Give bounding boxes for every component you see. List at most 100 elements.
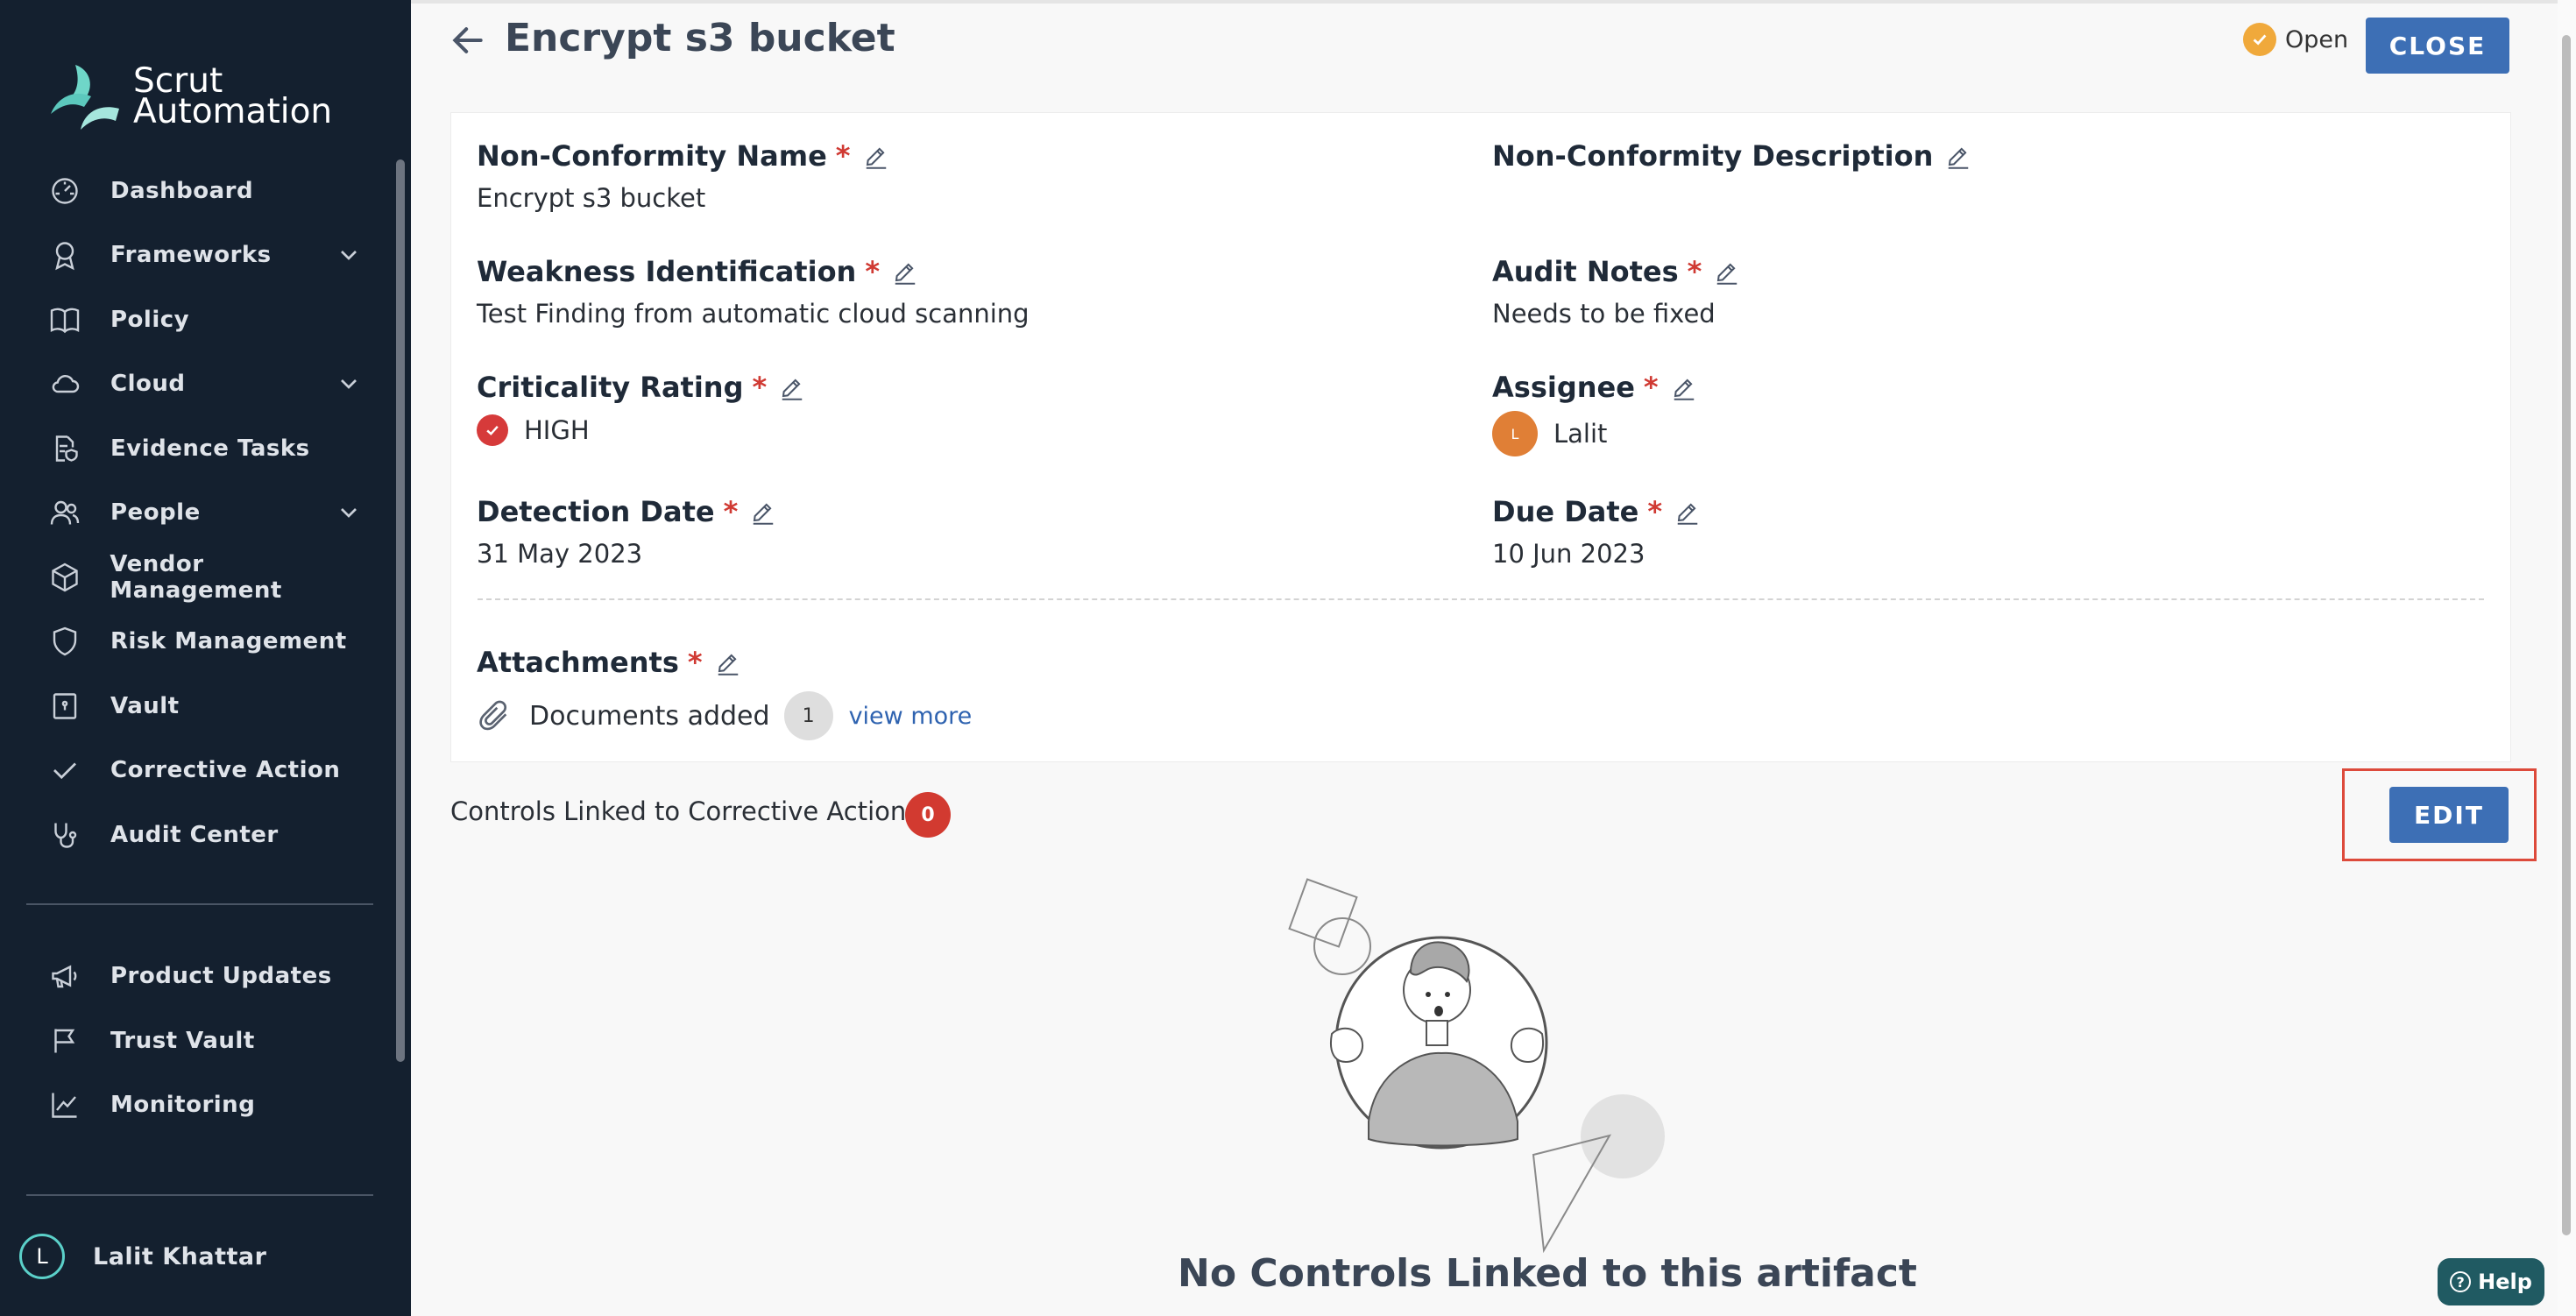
sidebar-item-corrective-action[interactable]: Corrective Action: [47, 746, 380, 795]
people-icon: [47, 495, 82, 530]
pencil-icon[interactable]: [1674, 499, 1701, 525]
sidebar-item-people[interactable]: People: [47, 488, 380, 537]
field-label-row: Assignee *: [1492, 371, 1697, 404]
pencil-icon[interactable]: [1714, 258, 1740, 285]
field-value: Needs to be fixed: [1492, 299, 1716, 329]
sidebar-divider: [26, 1194, 373, 1196]
sidebar-item-audit-center[interactable]: Audit Center: [47, 810, 380, 860]
field-label: Non-Conformity Name: [477, 139, 827, 173]
field-value: Encrypt s3 bucket: [477, 183, 706, 213]
help-label: Help: [2478, 1270, 2532, 1294]
paperclip-icon: [479, 700, 507, 731]
cloud-icon: [47, 366, 82, 401]
sidebar-divider: [26, 903, 373, 905]
chevron-down-icon[interactable]: [335, 241, 363, 269]
sidebar-item-label: Frameworks: [110, 242, 272, 268]
field-label-row: Audit Notes *: [1492, 255, 1740, 288]
stethoscope-icon: [47, 817, 82, 853]
pencil-icon[interactable]: [715, 649, 741, 676]
criticality-value: HIGH: [477, 414, 805, 446]
close-button[interactable]: CLOSE: [2366, 18, 2509, 74]
status-badge: Open: [2243, 23, 2348, 56]
sidebar-item-monitoring[interactable]: Monitoring: [47, 1080, 380, 1129]
field-label: Criticality Rating: [477, 371, 744, 404]
field-due-date: Due Date * 10 Jun 2023: [1492, 495, 1701, 569]
shield-icon: [47, 624, 82, 659]
required-asterisk: *: [752, 371, 768, 404]
sidebar-item-label: Risk Management: [110, 628, 347, 654]
edit-button[interactable]: EDIT: [2389, 787, 2509, 843]
required-asterisk: *: [1647, 495, 1663, 528]
pencil-icon[interactable]: [892, 258, 918, 285]
required-asterisk: *: [865, 255, 881, 288]
field-label-row: Non-Conformity Name *: [477, 139, 889, 173]
required-asterisk: *: [1687, 255, 1702, 288]
sidebar-item-label: Vault: [110, 693, 180, 719]
field-value: 10 Jun 2023: [1492, 539, 1645, 569]
sidebar-item-label: Policy: [110, 307, 190, 333]
megaphone-icon: [47, 959, 82, 994]
field-label: Due Date: [1492, 495, 1639, 528]
field-label: Attachments: [477, 646, 679, 679]
sidebar-item-dashboard[interactable]: Dashboard: [47, 166, 380, 216]
sidebar-item-evidence-tasks[interactable]: Evidence Tasks: [47, 424, 380, 473]
field-label: Detection Date: [477, 495, 715, 528]
user-name: Lalit Khattar: [93, 1242, 267, 1270]
controls-section-title: Controls Linked to Corrective Action: [450, 796, 907, 826]
pencil-icon[interactable]: [863, 143, 889, 169]
file-shield-icon: [47, 431, 82, 466]
sidebar-item-label: Product Updates: [110, 963, 332, 989]
sidebar-item-risk-management[interactable]: Risk Management: [47, 617, 380, 666]
view-more-link[interactable]: view more: [849, 703, 973, 730]
avatar: L: [1492, 411, 1538, 456]
details-card: Non-Conformity Name * Encrypt s3 bucket …: [450, 112, 2511, 762]
award-icon: [47, 237, 82, 272]
brand-name: Scrut Automation: [133, 64, 333, 131]
chevron-down-icon[interactable]: [335, 499, 363, 527]
arrow-left-icon[interactable]: [449, 21, 487, 60]
page-scrollbar[interactable]: [2562, 35, 2571, 1235]
pencil-icon[interactable]: [1671, 374, 1697, 400]
field-label: Assignee: [1492, 371, 1635, 404]
field-label-row: Due Date *: [1492, 495, 1701, 528]
sidebar-item-product-updates[interactable]: Product Updates: [47, 952, 380, 1001]
required-asterisk: *: [723, 495, 739, 528]
cube-icon: [47, 560, 81, 595]
sidebar-item-label: Vendor Management: [110, 551, 282, 604]
sidebar-item-policy[interactable]: Policy: [47, 295, 380, 344]
check-circle-icon: [477, 414, 508, 446]
pencil-icon[interactable]: [779, 374, 805, 400]
app-logo[interactable]: Scrut Automation: [49, 61, 332, 131]
assignee-name: Lalit: [1553, 419, 1608, 449]
attachments-row: Documents added 1 view more: [477, 691, 972, 740]
sidebar-scrollbar[interactable]: [396, 159, 405, 1062]
assignee-value: L Lalit: [1492, 411, 1697, 456]
page-title: Encrypt s3 bucket: [505, 16, 895, 60]
status-text: Open: [2285, 25, 2349, 53]
user-profile[interactable]: L Lalit Khattar: [19, 1234, 266, 1279]
empty-state-text: No Controls Linked to this artifact: [1178, 1251, 1917, 1296]
sidebar-item-trust-vault[interactable]: Trust Vault: [47, 1016, 380, 1065]
attachments-count: 1: [783, 691, 833, 740]
book-icon: [47, 302, 82, 337]
brand-line-2: Automation: [133, 92, 333, 131]
sidebar-item-cloud[interactable]: Cloud: [47, 359, 380, 408]
top-border: [411, 0, 2576, 4]
sidebar-item-label: Corrective Action: [110, 757, 341, 783]
attachments-text: Documents added: [529, 700, 770, 732]
sidebar-item-vendor-management[interactable]: Vendor Management: [47, 551, 380, 604]
field-label: Weakness Identification: [477, 255, 857, 288]
sidebar-item-label: Cloud: [110, 371, 186, 397]
required-asterisk: *: [1643, 371, 1659, 404]
sidebar-item-vault[interactable]: Vault: [47, 682, 380, 731]
field-non-conformity-name: Non-Conformity Name * Encrypt s3 bucket: [477, 139, 889, 213]
pencil-icon[interactable]: [1945, 143, 1971, 169]
chevron-down-icon[interactable]: [335, 370, 363, 398]
empty-state-illustration: [1288, 878, 1665, 1253]
pencil-icon[interactable]: [750, 499, 776, 525]
sidebar-item-frameworks[interactable]: Frameworks: [47, 230, 380, 279]
field-non-conformity-description: Non-Conformity Description: [1492, 139, 1971, 173]
section-divider: [478, 598, 2484, 600]
help-button[interactable]: ? Help: [2438, 1258, 2544, 1305]
controls-count-badge: 0: [905, 792, 951, 838]
